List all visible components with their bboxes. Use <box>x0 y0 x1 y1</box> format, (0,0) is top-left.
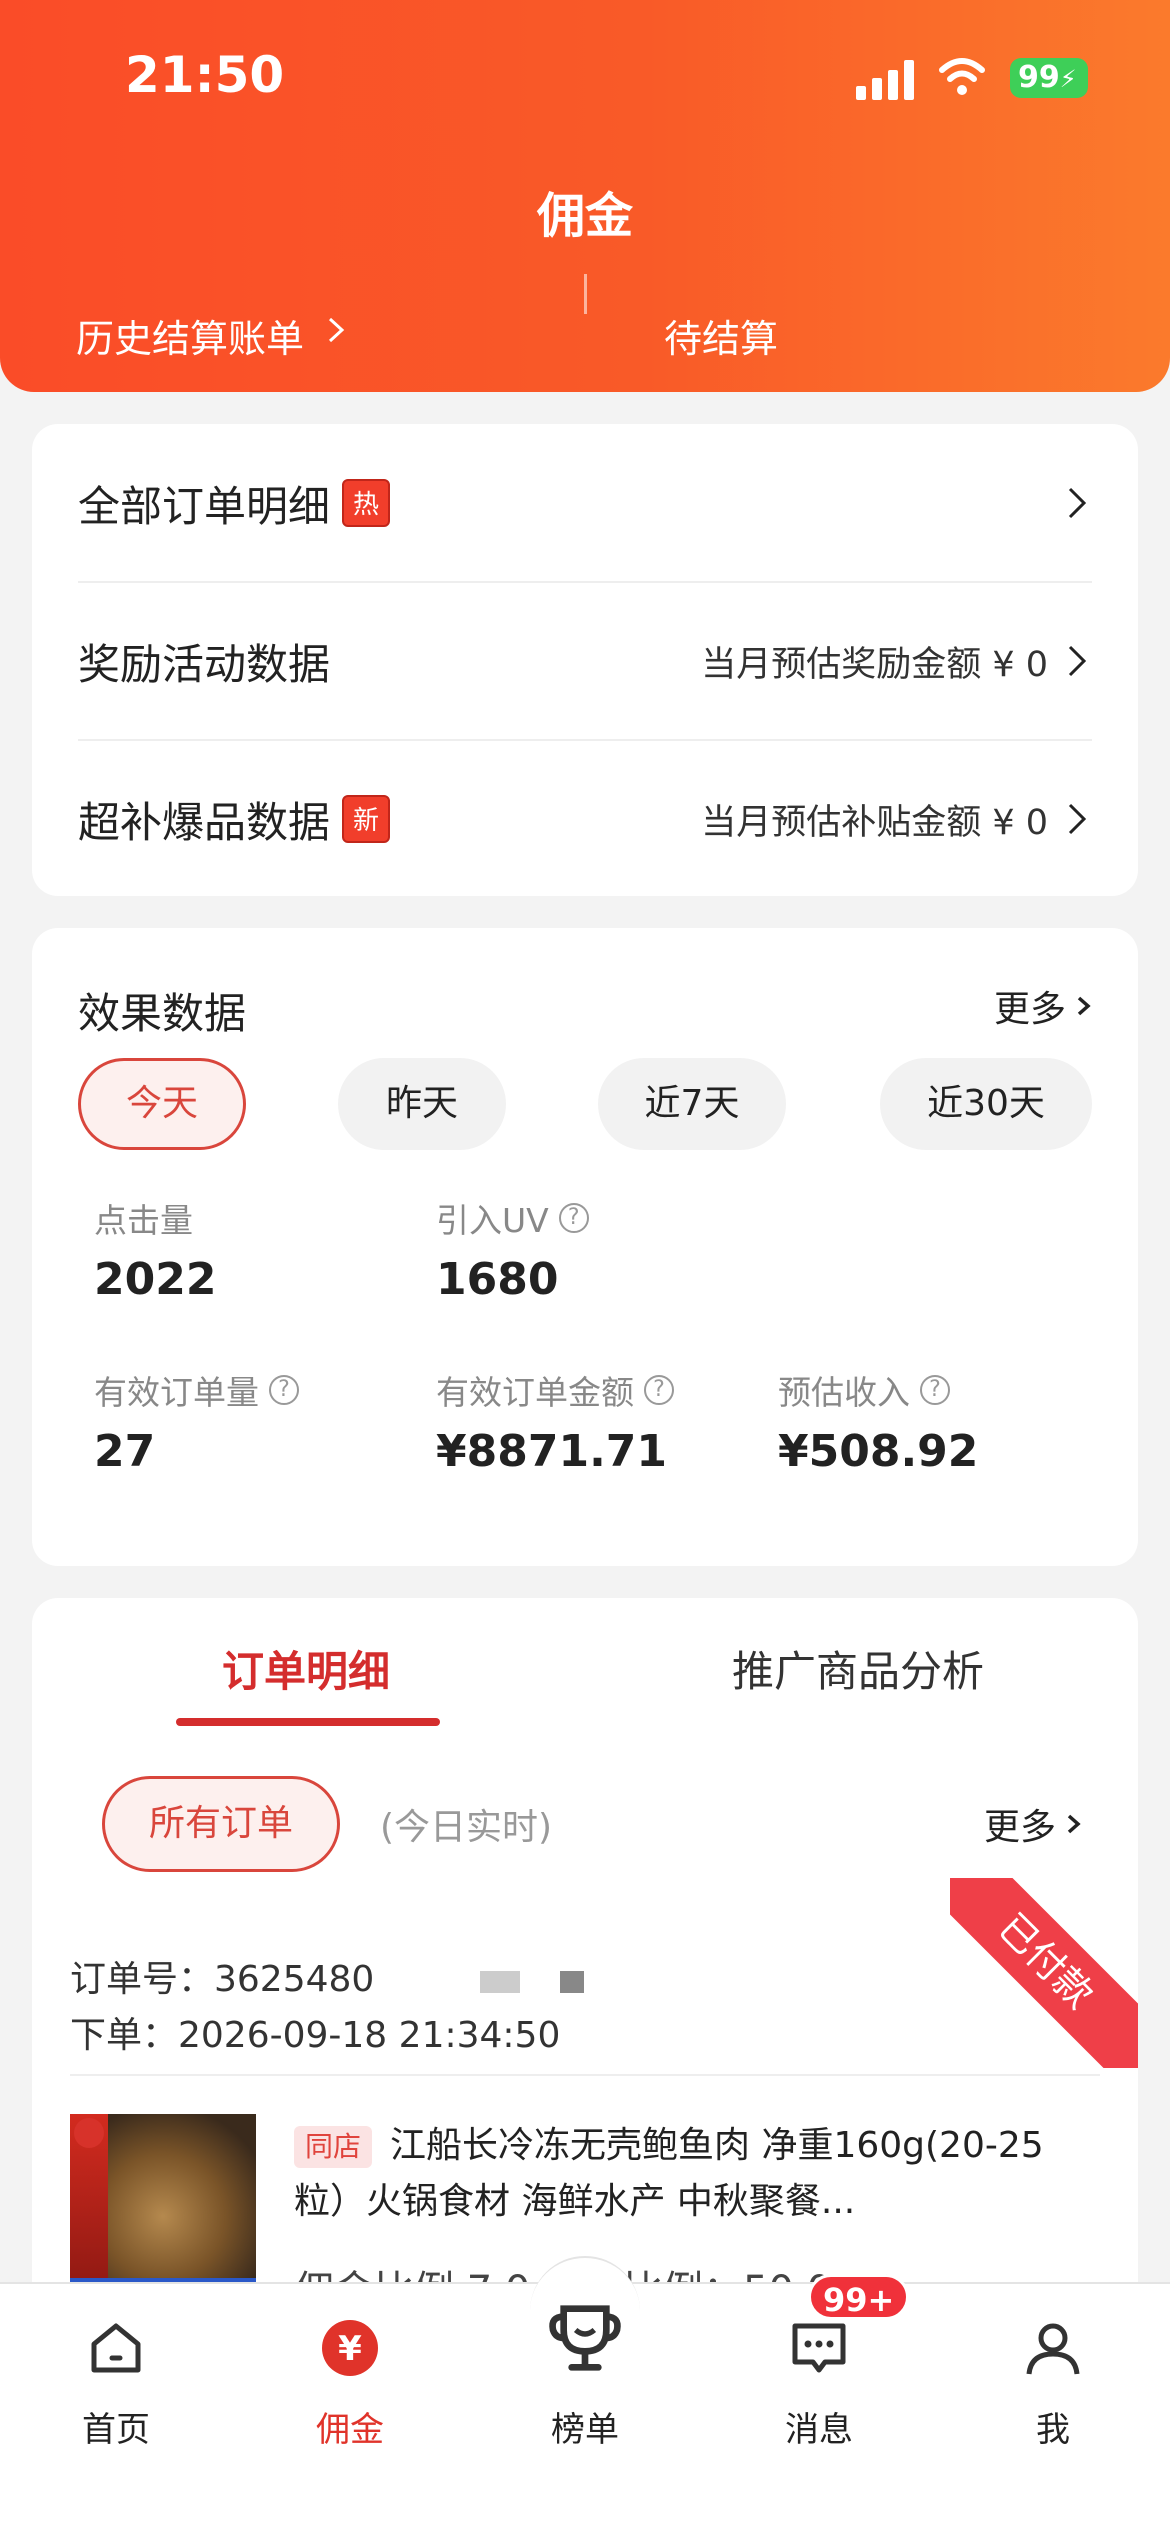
stat-clicks-label: 点击量 <box>94 1201 193 1240</box>
product-name[interactable]: 江船长冷冻无壳鲍鱼肉 净重160g(20-25粒）火锅食材 海鲜水产 中秋聚餐.… <box>294 2118 1084 2230</box>
redacted-block <box>560 1971 584 1993</box>
history-bills-link[interactable]: 历史结算账单 <box>76 308 304 363</box>
page-title: 佣金 <box>536 188 633 244</box>
more-label: 更多 <box>993 989 1066 1030</box>
help-icon[interactable]: ? <box>269 1375 299 1405</box>
yuan-coin-icon: ¥ <box>322 2320 378 2376</box>
stat-order-amount-value: ¥8871.71 <box>436 1426 668 1477</box>
message-count-badge: 99+ <box>808 2274 910 2320</box>
status-ribbon: 已付款 <box>950 1878 1138 2068</box>
chevron-right-icon <box>328 317 345 343</box>
bottom-tab-bar: 首页 ¥ 佣金 榜单 消息 99+ 我 <box>0 2256 1170 2532</box>
row-label: 全部订单明细 <box>78 481 331 531</box>
brand-logo <box>74 2118 104 2148</box>
stat-valid-orders-value: 27 <box>94 1426 156 1477</box>
order-status: 已付款 <box>950 1878 1138 2068</box>
order-time: 下单：2026-09-18 21:34:50 <box>70 2015 561 2056</box>
battery-indicator: 99⚡ <box>1010 58 1088 98</box>
header-divider <box>584 274 587 314</box>
stat-uv-label: 引入UV? <box>436 1194 589 1242</box>
chevron-right-icon <box>1068 487 1087 519</box>
effect-data-card: 效果数据 更多 今天 昨天 近7天 近30天 点击量 2022 引入UV? 16… <box>32 928 1138 1566</box>
tab-product-analysis[interactable]: 推广商品分析 <box>732 1638 984 1699</box>
chevron-right-icon <box>1077 996 1091 1016</box>
new-badge: 新 <box>342 795 391 843</box>
cellular-signal-icon <box>856 58 914 100</box>
realtime-note: (今日实时) <box>380 1807 553 1848</box>
hot-badge: 热 <box>342 479 391 527</box>
chevron-right-icon <box>1068 803 1087 835</box>
stat-clicks-value: 2022 <box>94 1254 217 1305</box>
reward-activity-row[interactable]: 奖励活动数据 当月预估奖励金额 ¥ 0 <box>78 582 1092 740</box>
all-orders-filter[interactable]: 所有订单 <box>102 1776 340 1872</box>
orders-more-link[interactable]: 更多 <box>984 1798 1082 1850</box>
same-store-tag: 同店 <box>294 2126 372 2168</box>
period-yesterday[interactable]: 昨天 <box>338 1058 506 1150</box>
person-icon <box>1026 2323 1080 2375</box>
chevron-right-icon <box>1067 1814 1081 1834</box>
stat-order-amount-label: 有效订单金额? <box>436 1366 674 1414</box>
chevron-right-icon <box>1068 645 1087 677</box>
header: 21:50 99⚡ 佣金 历史结算账单 待结算 <box>0 0 1170 392</box>
charging-icon: ⚡ <box>1059 65 1077 93</box>
chat-bubble-icon <box>792 2323 846 2373</box>
tab-label: 我 <box>1036 2410 1070 2450</box>
subsidy-products-row[interactable]: 超补爆品数据 新 当月预估补贴金额 ¥ 0 <box>78 740 1092 898</box>
help-icon[interactable]: ? <box>644 1375 674 1405</box>
stat-est-income-value: ¥508.92 <box>778 1426 979 1477</box>
row-label: 奖励活动数据 <box>78 639 331 689</box>
tab-label: 佣金 <box>316 2410 384 2450</box>
menu-card: 全部订单明细 热 奖励活动数据 当月预估奖励金额 ¥ 0 超补爆品数据 新 当月… <box>32 424 1138 896</box>
help-icon[interactable]: ? <box>920 1375 950 1405</box>
orders-card: 订单明细 推广商品分析 所有订单 (今日实时) 更多 已付款 订单号：36254… <box>32 1598 1138 2318</box>
tab-label: 榜单 <box>551 2410 619 2450</box>
row-label: 超补爆品数据 <box>78 797 331 847</box>
divider <box>70 2074 1100 2076</box>
order-number: 订单号：3625480 <box>70 1959 375 2000</box>
tab-label: 消息 <box>785 2410 853 2450</box>
status-time: 21:50 <box>125 46 285 104</box>
tab-label: 首页 <box>82 2410 150 2450</box>
period-30-days[interactable]: 近30天 <box>880 1058 1092 1150</box>
trophy-icon <box>549 2305 621 2371</box>
stat-est-income-label: 预估收入? <box>778 1366 950 1414</box>
help-icon[interactable]: ? <box>558 1203 589 1233</box>
all-orders-row[interactable]: 全部订单明细 热 <box>78 424 1092 582</box>
stat-valid-orders-label: 有效订单量? <box>94 1366 299 1414</box>
product-image[interactable] <box>70 2114 256 2300</box>
home-icon <box>91 2323 141 2373</box>
effect-more-link[interactable]: 更多 <box>994 980 1092 1032</box>
row-value: 当月预估奖励金额 ¥ 0 <box>701 644 1048 685</box>
wifi-icon <box>939 58 985 95</box>
tab-order-details[interactable]: 订单明细 <box>222 1638 390 1699</box>
row-value: 当月预估补贴金额 ¥ 0 <box>701 802 1048 843</box>
redacted-block <box>480 1971 520 1993</box>
section-title: 效果数据 <box>78 989 247 1038</box>
period-today[interactable]: 今天 <box>78 1058 246 1150</box>
more-label: 更多 <box>983 1807 1056 1848</box>
stat-uv-value: 1680 <box>436 1254 559 1305</box>
pending-settlement-link[interactable]: 待结算 <box>664 308 778 363</box>
period-7-days[interactable]: 近7天 <box>598 1058 786 1150</box>
active-tab-indicator <box>176 1718 440 1726</box>
svg-text:¥: ¥ <box>338 2329 362 2369</box>
